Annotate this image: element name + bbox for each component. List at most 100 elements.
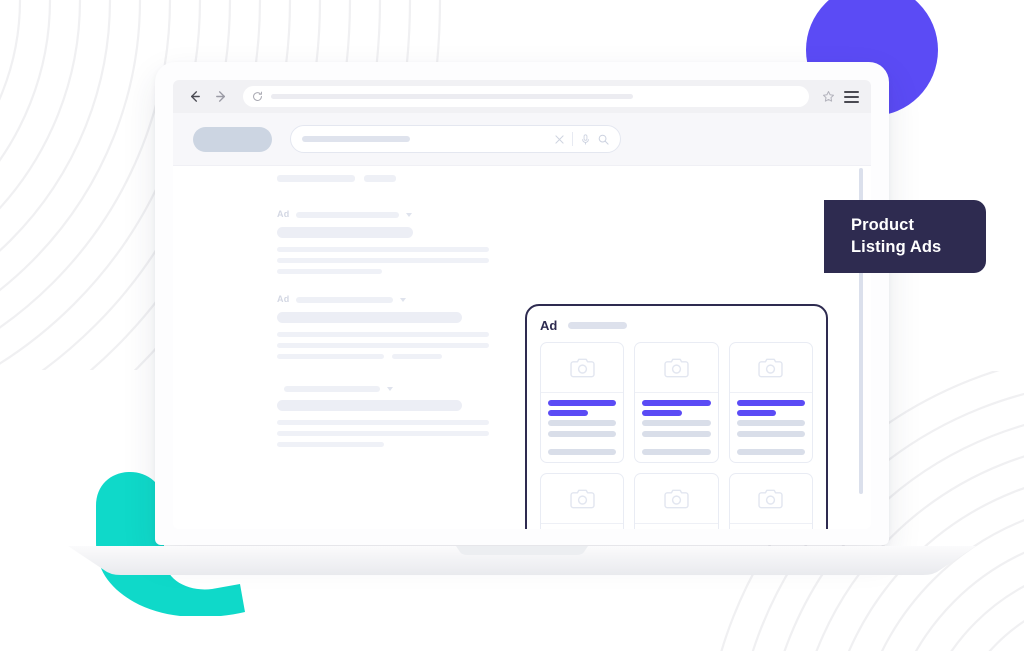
- product-detail-line: [642, 431, 711, 437]
- breadcrumb: [277, 175, 507, 182]
- product-image-placeholder: [729, 474, 812, 524]
- product-card[interactable]: [540, 342, 625, 463]
- result-snippet-line: [277, 269, 382, 274]
- close-x-icon[interactable]: [555, 134, 564, 144]
- product-title-bar: [548, 400, 617, 406]
- product-card[interactable]: [634, 342, 719, 463]
- search-divider: [572, 132, 573, 146]
- camera-placeholder-icon: [569, 489, 595, 508]
- search-results-area: Ad Ad Ad: [173, 166, 871, 529]
- product-card-body: [635, 524, 717, 529]
- camera-placeholder-icon: [664, 358, 689, 377]
- result-snippet-line: [277, 247, 489, 252]
- result-snippet-line: [277, 343, 489, 348]
- result-snippet-line: [277, 420, 489, 425]
- pla-header: Ad: [540, 319, 813, 332]
- browser-toolbar: [173, 80, 871, 113]
- ad-label: Ad: [540, 318, 558, 333]
- chevron-down-icon[interactable]: [400, 297, 407, 302]
- search-result-item[interactable]: Ad: [277, 295, 507, 365]
- search-input-text: [302, 136, 410, 142]
- product-image-placeholder: [541, 474, 624, 524]
- laptop-base: [68, 546, 976, 575]
- result-title[interactable]: [277, 227, 413, 238]
- camera-placeholder-icon: [569, 358, 595, 377]
- result-title[interactable]: [277, 312, 462, 323]
- result-url-placeholder: [284, 386, 380, 392]
- arrow-right-icon: [215, 91, 225, 102]
- product-card[interactable]: [634, 473, 719, 529]
- product-detail-line: [736, 449, 805, 455]
- search-engine-logo: [193, 126, 272, 152]
- product-card-body: [730, 524, 812, 529]
- chevron-down-icon[interactable]: [406, 212, 413, 217]
- organic-results-column: Ad Ad: [277, 175, 507, 468]
- result-snippet-line: [277, 431, 489, 436]
- product-subtitle-bar: [736, 410, 777, 416]
- product-card-body: [635, 393, 717, 462]
- forward-button[interactable]: [212, 88, 230, 106]
- result-sitelink[interactable]: [277, 354, 384, 359]
- hamburger-menu-icon[interactable]: [844, 90, 859, 103]
- search-result-item[interactable]: Ad: [277, 210, 507, 274]
- illustration-canvas: Ad Ad Ad Product Listing Ads: [0, 0, 1024, 651]
- product-listing-ads-badge: Product Listing Ads: [824, 200, 986, 273]
- product-detail-line: [642, 420, 711, 426]
- reload-icon[interactable]: [252, 91, 263, 102]
- result-title[interactable]: [277, 400, 462, 411]
- product-card-body: [541, 393, 623, 462]
- badge-line-2: Listing Ads: [851, 237, 942, 256]
- ad-label: Ad: [277, 294, 290, 304]
- product-image-placeholder: [541, 343, 624, 393]
- chevron-down-icon[interactable]: [387, 387, 393, 391]
- laptop-screen-bezel: Ad Ad Ad: [155, 62, 889, 545]
- product-detail-line: [548, 431, 617, 437]
- browser-window: Ad Ad Ad: [173, 80, 871, 529]
- pla-product-grid: [540, 342, 813, 529]
- microphone-icon[interactable]: [581, 133, 590, 145]
- product-card[interactable]: [728, 473, 813, 529]
- pla-header-placeholder: [568, 322, 628, 329]
- product-detail-line: [548, 449, 617, 455]
- search-result-item[interactable]: [277, 386, 507, 447]
- product-image-placeholder: [635, 474, 718, 524]
- product-listing-ads-card[interactable]: Ad: [525, 304, 828, 529]
- search-engine-header: [173, 113, 871, 166]
- product-card[interactable]: [540, 473, 625, 529]
- bookmark-star-icon[interactable]: [822, 90, 835, 103]
- address-bar-text: [271, 94, 633, 99]
- product-detail-line: [548, 420, 617, 426]
- result-url-row: Ad: [277, 295, 507, 304]
- breadcrumb-item: [277, 175, 355, 182]
- camera-placeholder-icon: [664, 489, 689, 508]
- arrow-left-icon: [190, 91, 200, 102]
- product-card-body: [541, 524, 623, 529]
- product-title-bar: [642, 400, 711, 406]
- product-detail-line: [642, 449, 711, 455]
- result-url-placeholder: [296, 211, 400, 218]
- product-card-body: [730, 393, 812, 462]
- product-detail-line: [736, 431, 805, 437]
- result-snippet-line: [277, 332, 489, 337]
- camera-placeholder-icon: [758, 489, 784, 508]
- back-button[interactable]: [185, 88, 203, 106]
- result-url-placeholder: [296, 296, 394, 303]
- product-subtitle-bar: [642, 410, 682, 416]
- badge-line-1: Product: [851, 216, 915, 235]
- camera-placeholder-icon: [758, 358, 784, 377]
- product-subtitle-bar: [548, 410, 588, 416]
- result-snippet-line: [277, 258, 489, 263]
- product-card[interactable]: [728, 342, 813, 463]
- result-sitelink[interactable]: [392, 354, 442, 359]
- ad-label: Ad: [277, 209, 290, 219]
- result-url-row: [277, 386, 507, 392]
- address-bar[interactable]: [243, 86, 809, 107]
- product-image-placeholder: [729, 343, 812, 393]
- product-title-bar: [736, 400, 805, 406]
- magnifier-icon[interactable]: [598, 134, 609, 145]
- result-sitelink-row: [277, 354, 507, 365]
- search-input[interactable]: [290, 125, 621, 153]
- product-image-placeholder: [635, 343, 718, 393]
- result-snippet-line: [277, 442, 384, 447]
- product-detail-line: [736, 420, 805, 426]
